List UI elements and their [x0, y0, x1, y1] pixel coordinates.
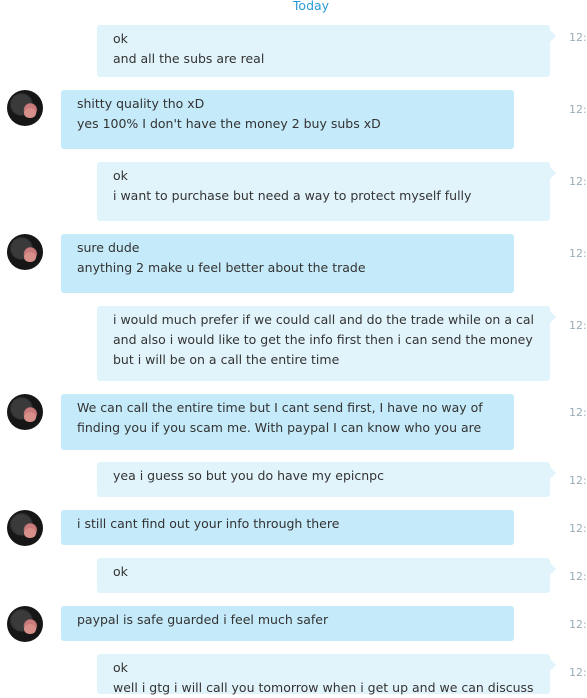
- message-timestamp: 12:2: [569, 175, 587, 188]
- message-text: ok: [113, 31, 128, 46]
- message-timestamp: 12:3: [569, 406, 587, 419]
- contact-avatar[interactable]: [7, 606, 43, 642]
- message-text: i want to purchase but need a way to pro…: [113, 188, 472, 203]
- message-bubble-incoming[interactable]: sure dude anything 2 make u feel better …: [61, 234, 514, 293]
- message-text: sure dude: [77, 240, 140, 255]
- message-text: and all the subs are real: [113, 51, 265, 66]
- message-text: but i will be on a call the entire time: [113, 352, 340, 367]
- contact-avatar[interactable]: [7, 90, 43, 126]
- message-bubble-outgoing[interactable]: ok and all the subs are real: [97, 25, 556, 77]
- message-timestamp: 12:3: [569, 522, 587, 535]
- message-bubble-incoming[interactable]: i still cant find out your info through …: [61, 510, 514, 545]
- message-text: yea i guess so but you do have my epicnp…: [113, 468, 384, 483]
- message-text: well i gtg i will call you tomorrow when…: [113, 680, 534, 695]
- message-bubble-outgoing[interactable]: ok i want to purchase but need a way to …: [97, 162, 556, 221]
- message-text: shitty quality tho xD: [77, 96, 205, 111]
- message-text: i still cant find out your info through …: [77, 516, 340, 531]
- date-separator: Today: [292, 0, 330, 13]
- message-bubble-outgoing[interactable]: ok: [97, 558, 556, 593]
- message-timestamp: 12:3: [569, 570, 587, 583]
- message-timestamp: 12:2: [569, 247, 587, 260]
- contact-avatar[interactable]: [7, 394, 43, 430]
- message-text: ok: [113, 168, 128, 183]
- message-text: anything 2 make u feel better about the …: [77, 260, 366, 275]
- message-text: yes 100% I don't have the money 2 buy su…: [77, 116, 381, 131]
- message-text: paypal is safe guarded i feel much safer: [77, 612, 329, 627]
- message-timestamp: 12:3: [569, 666, 587, 679]
- message-bubble-incoming[interactable]: paypal is safe guarded i feel much safer: [61, 606, 514, 641]
- message-bubble-incoming[interactable]: shitty quality tho xD yes 100% I don't h…: [61, 90, 514, 149]
- message-timestamp: 12:3: [569, 474, 587, 487]
- message-text: ok: [113, 564, 128, 579]
- message-text: We can call the entire time but I cant s…: [77, 400, 483, 415]
- message-bubble-incoming[interactable]: We can call the entire time but I cant s…: [61, 394, 514, 450]
- message-text: and also i would like to get the info fi…: [113, 332, 533, 347]
- message-timestamp: 12:2: [569, 103, 587, 116]
- message-text: finding you if you scam me. With paypal …: [77, 420, 482, 435]
- message-bubble-outgoing[interactable]: ok well i gtg i will call you tomorrow w…: [97, 654, 556, 695]
- message-timestamp: 12:3: [569, 618, 587, 631]
- message-text: i would much prefer if we could call and…: [113, 312, 534, 327]
- message-timestamp: 12:3: [569, 319, 587, 332]
- contact-avatar[interactable]: [7, 510, 43, 546]
- message-text: ok: [113, 660, 128, 675]
- message-bubble-outgoing[interactable]: yea i guess so but you do have my epicnp…: [97, 462, 556, 497]
- contact-avatar[interactable]: [7, 234, 43, 270]
- message-bubble-outgoing[interactable]: i would much prefer if we could call and…: [97, 306, 556, 381]
- message-timestamp: 12:2: [569, 31, 587, 44]
